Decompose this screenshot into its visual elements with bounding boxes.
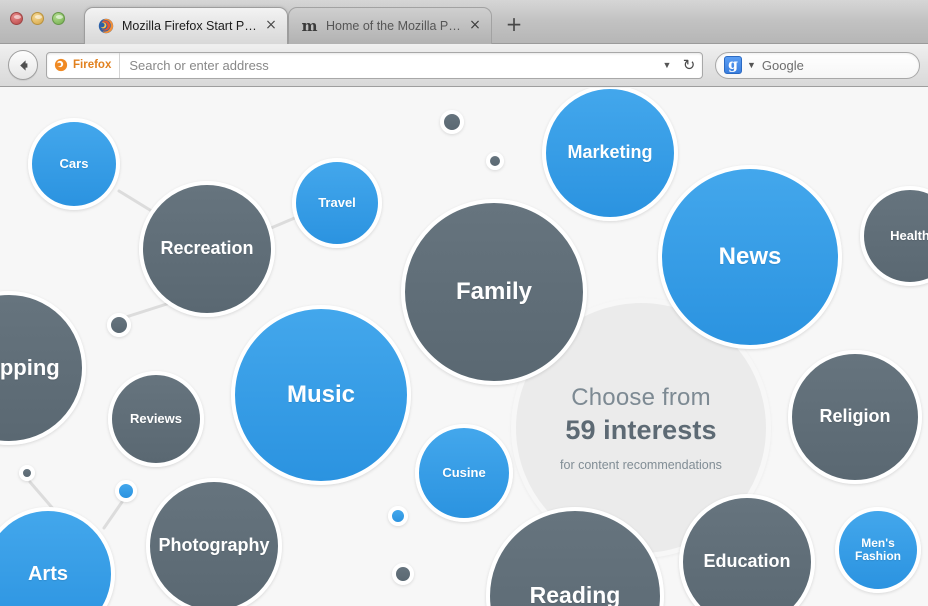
edge-recreation-travel — [269, 215, 299, 230]
maximize-window-button[interactable] — [52, 12, 65, 25]
chevron-down-icon[interactable]: ▼ — [658, 60, 676, 70]
interest-bubble-label: Education — [703, 551, 791, 572]
interest-bubble-reviews[interactable]: Reviews — [108, 371, 204, 467]
reload-icon[interactable]: ↻ — [676, 56, 702, 74]
firefox-icon — [97, 18, 114, 35]
interest-dot-left-blue-1[interactable] — [115, 480, 137, 502]
interest-bubble-label: Cusine — [442, 464, 486, 480]
interest-dot-low-grey-3[interactable] — [392, 563, 414, 585]
browser-window: Mozilla Firefox Start Page × m Home of t… — [0, 0, 928, 606]
search-input[interactable]: Google — [762, 58, 804, 73]
tab-mozilla-firefox-start-page[interactable]: Mozilla Firefox Start Page × — [84, 7, 288, 44]
interest-bubble-religion[interactable]: Religion — [788, 350, 922, 484]
interest-bubble-label: Recreation — [160, 238, 254, 259]
interest-bubble-label: News — [718, 242, 782, 270]
interest-bubble-cusine[interactable]: Cusine — [415, 424, 513, 522]
search-bar[interactable]: g ▼ Google — [715, 51, 920, 79]
interest-bubble-marketing[interactable]: Marketing — [542, 88, 678, 221]
interest-bubble-label: Marketing — [567, 142, 653, 163]
firefox-identity-icon — [54, 58, 68, 72]
interest-bubble-travel[interactable]: Travel — [292, 158, 382, 248]
tab-title: Mozilla Firefox Start Page — [122, 19, 257, 33]
interest-dot-mid-blue-2[interactable] — [388, 506, 408, 526]
tab-strip: Mozilla Firefox Start Page × m Home of t… — [0, 0, 928, 44]
tab-home-of-the-mozilla-project[interactable]: m Home of the Mozilla Proje... × — [288, 7, 492, 44]
interest-dot-top-grey-1[interactable] — [440, 110, 464, 134]
window-traffic-lights — [10, 12, 65, 25]
url-input[interactable]: Search or enter address — [120, 58, 658, 73]
browser-chrome: Mozilla Firefox Start Page × m Home of t… — [0, 0, 928, 88]
hub-line-choose-from: Choose from — [571, 384, 711, 411]
interest-bubble-label: Shopping — [0, 354, 60, 380]
back-arrow-icon — [19, 59, 27, 71]
interest-dot-mid-grey-1[interactable] — [107, 313, 131, 337]
interest-bubble-mens-fashion[interactable]: Men's Fashion — [835, 507, 921, 593]
interest-bubble-family[interactable]: Family — [401, 199, 587, 385]
new-tab-button[interactable]: + — [503, 14, 525, 36]
minimize-window-button[interactable] — [31, 12, 44, 25]
interest-bubble-label: Religion — [819, 406, 891, 427]
interest-bubble-label: Family — [455, 277, 533, 305]
interest-bubble-recreation[interactable]: Recreation — [139, 181, 275, 317]
mozilla-m-icon: m — [301, 16, 318, 35]
interest-bubble-graph[interactable]: Choose from 59 interests for content rec… — [0, 88, 928, 606]
identity-box[interactable]: Firefox — [47, 52, 121, 78]
hub-line-subtitle: for content recommendations — [560, 458, 722, 472]
interest-bubble-photography[interactable]: Photography — [146, 478, 282, 606]
interest-bubble-label: Reviews — [129, 410, 183, 426]
chevron-down-icon[interactable]: ▼ — [747, 60, 756, 70]
interest-bubble-arts[interactable]: Arts — [0, 507, 115, 606]
interest-bubble-label: Health — [890, 227, 928, 243]
interest-bubble-cars[interactable]: Cars — [28, 118, 120, 210]
close-icon[interactable]: × — [263, 18, 279, 34]
interest-bubble-shopping[interactable]: Shopping — [0, 291, 86, 445]
interest-bubble-label: Travel — [318, 194, 356, 210]
edge-recreation-dot — [124, 301, 172, 319]
interest-bubble-label: Arts — [27, 563, 68, 585]
interest-bubble-label: Men's Fashion — [854, 535, 901, 563]
tab-title: Home of the Mozilla Proje... — [326, 19, 461, 33]
back-button[interactable] — [8, 50, 38, 80]
interest-bubble-label: Cars — [59, 155, 89, 171]
close-icon[interactable]: × — [467, 18, 483, 34]
google-icon[interactable]: g — [724, 56, 742, 74]
interest-bubble-music[interactable]: Music — [231, 305, 411, 485]
close-window-button[interactable] — [10, 12, 23, 25]
interest-bubble-label: Photography — [158, 535, 270, 556]
page-content: Choose from 59 interests for content rec… — [0, 88, 928, 606]
interest-dot-left-grey-2[interactable] — [19, 465, 35, 481]
interest-dot-top-grey-2[interactable] — [486, 152, 504, 170]
address-bar[interactable]: Firefox Search or enter address ▼ ↻ — [46, 51, 703, 79]
identity-label: Firefox — [73, 59, 112, 71]
interest-bubble-label: Reading — [529, 582, 621, 606]
edge-arts-dotblue — [102, 500, 124, 530]
navigation-toolbar: Firefox Search or enter address ▼ ↻ g ▼ … — [0, 44, 928, 87]
interest-bubble-health[interactable]: Health — [860, 186, 928, 286]
interest-bubble-label: Music — [286, 380, 355, 408]
interest-bubble-news[interactable]: News — [658, 165, 842, 349]
hub-line-interest-count: 59 interests — [565, 415, 717, 445]
